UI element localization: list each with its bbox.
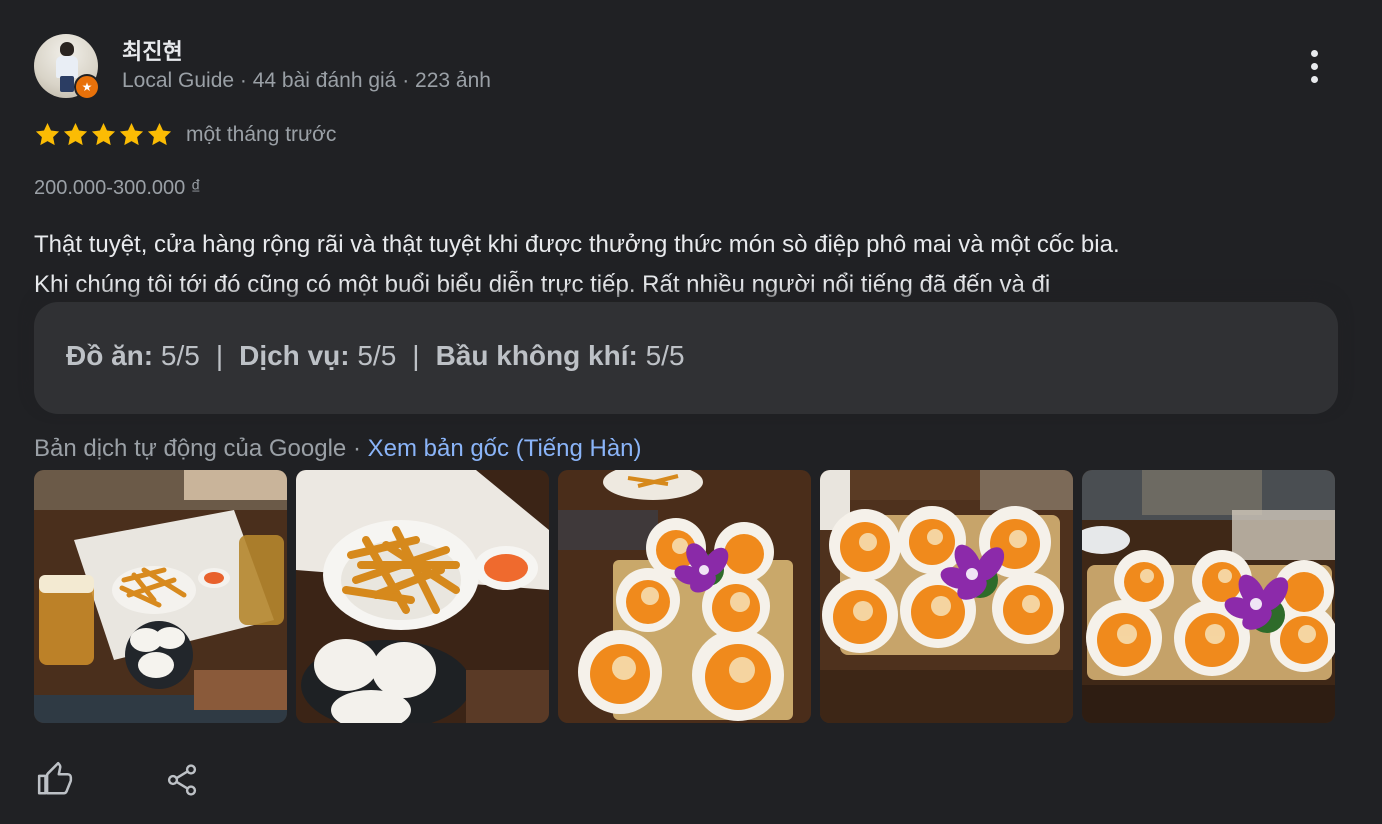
photo-scallops-board-image (558, 470, 811, 723)
translation-notice: Bản dịch tự động của Google · Xem bản gố… (34, 435, 642, 463)
author-meta: Local Guide · 44 bài đánh giá · 223 ảnh (122, 69, 491, 92)
more-vertical-icon (1310, 75, 1318, 83)
atmosphere-rating-value: 5/5 (645, 340, 685, 371)
review-photo[interactable] (296, 470, 549, 723)
more-options-button[interactable] (1296, 46, 1332, 86)
sub-ratings-box[interactable]: Đồ ăn: 5/5 | Dịch vụ: 5/5 | Bầu không khí: 5… (34, 302, 1338, 414)
sub-ratings-line: Đồ ăn: 5/5 | Dịch vụ: 5/5 | Bầu không khí: 5… (66, 340, 685, 372)
food-rating-value: 5/5 (160, 340, 200, 371)
star-icon (63, 123, 88, 146)
food-rating-label: Đồ ăn: (66, 340, 154, 371)
review-photos (34, 470, 1335, 723)
review-line: Thật tuyệt, cửa hàng rộng rãi và thật tu… (34, 231, 1120, 258)
avatar-head (60, 42, 74, 56)
review-photo[interactable] (1082, 470, 1335, 723)
local-guide-badge-icon: ★ (74, 74, 100, 100)
review-line: Khi chúng tôi tới đó cũng có một buổi bi… (34, 271, 1051, 298)
thumb-up-icon (37, 761, 73, 795)
share-icon (167, 764, 197, 796)
avatar-body (56, 56, 78, 78)
like-button[interactable] (36, 760, 74, 798)
star-icon (91, 123, 116, 146)
star-rating (34, 121, 173, 148)
service-rating-label: Dịch vụ: (239, 340, 350, 371)
translation-separator: · (346, 435, 368, 462)
star-icon (119, 123, 144, 146)
review-photo[interactable] (820, 470, 1073, 723)
photo-fries-beer-image (34, 470, 287, 723)
see-original-link[interactable]: Xem bản gốc (Tiếng Hàn) (368, 435, 642, 462)
avatar-legs (60, 76, 74, 92)
share-button[interactable] (164, 762, 200, 798)
review-photo[interactable] (558, 470, 811, 723)
translation-text: Bản dịch tự động của Google (34, 435, 347, 462)
review-time: một tháng trước (186, 123, 337, 146)
author-name[interactable]: 최진현 (122, 34, 183, 66)
rating-separator: | (412, 340, 420, 371)
review-card: ★ 최진현 Local Guide · 44 bài đánh giá · 22… (0, 0, 1382, 824)
photo-fries-closeup-image (296, 470, 549, 723)
review-text: Thật tuyệt, cửa hàng rộng rãi và thật tu… (34, 225, 1344, 305)
photo-scallops-flower-image (820, 470, 1073, 723)
more-vertical-icon (1310, 62, 1318, 70)
atmosphere-rating-label: Bầu không khí: (435, 340, 638, 371)
service-rating-value: 5/5 (357, 340, 397, 371)
photo-scallops-plate-image (1082, 470, 1335, 723)
star-icon (147, 123, 172, 146)
rating-separator: | (215, 340, 224, 371)
star-icon (35, 123, 60, 146)
more-vertical-icon (1310, 49, 1318, 57)
review-photo[interactable] (34, 470, 287, 723)
price-range: 200.000-300.000 ₫ (34, 177, 202, 199)
author-avatar[interactable]: ★ (34, 34, 100, 100)
